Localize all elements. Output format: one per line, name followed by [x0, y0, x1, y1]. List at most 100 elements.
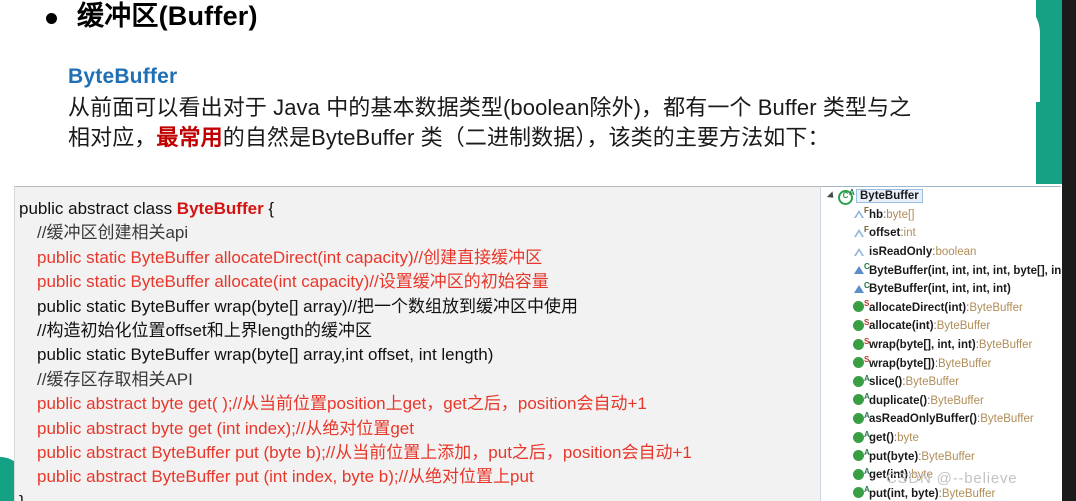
code-text: //缓冲区创建相关api	[37, 223, 189, 243]
outline-member-name: slice()	[869, 376, 903, 389]
method-icon: A	[853, 374, 870, 389]
outline-tree-row[interactable]: Foffset : int	[821, 224, 1061, 243]
code-line: public abstract byte get (int index);//从…	[19, 417, 849, 441]
paragraph-highlight: 最常用	[156, 125, 223, 150]
code-line: public static ByteBuffer allocateDirect(…	[19, 246, 849, 270]
outline-tree-row[interactable]: SallocateDirect(int) : ByteBuffer	[821, 299, 1061, 318]
outline-tree-row[interactable]: Aput(byte) : ByteBuffer	[821, 447, 1061, 466]
outline-member-type: ByteBuffer	[905, 376, 959, 389]
tree-expand-arrow-icon[interactable]	[826, 191, 837, 201]
code-line: }	[19, 490, 849, 501]
outline-tree-row[interactable]: Fhb : byte[]	[821, 206, 1061, 225]
code-lines: public abstract class ByteBuffer {//缓冲区创…	[19, 197, 849, 501]
method-icon: A	[853, 448, 870, 463]
outline-tree-row[interactable]: Swrap(byte[], int, int) : ByteBuffer	[821, 336, 1061, 355]
outline-member-name: hb	[869, 208, 884, 221]
outline-badge: A	[864, 373, 870, 383]
outline-member-type: ByteBuffer	[930, 394, 984, 407]
field-icon	[853, 246, 866, 259]
outline-member-name: asReadOnlyBuffer()	[869, 413, 977, 426]
outline-badge: A	[864, 429, 870, 439]
code-text: public abstract ByteBuffer put (byte b);…	[37, 443, 692, 463]
field-icon: F	[853, 206, 869, 221]
outline-member-name: put(int, byte)	[869, 487, 939, 500]
outline-member-type: ByteBuffer	[936, 320, 991, 333]
code-line: //缓存区存取相关API	[19, 368, 849, 392]
outline-badge: A	[864, 448, 870, 458]
bullet-title-row: 缓冲区(Buffer)	[0, 0, 1076, 34]
outline-member-name: allocateDirect(int)	[869, 301, 967, 314]
outline-member-name: isReadOnly	[869, 246, 933, 259]
outline-tree-body: Fhb : byte[] Foffset : int isReadOnly : bo…	[821, 206, 1061, 501]
outline-tree-row[interactable]: Sallocate(int) : ByteBuffer	[821, 317, 1061, 336]
outline-tree-row[interactable]: Aget() : byte	[821, 429, 1061, 448]
code-text: public static ByteBuffer wrap(byte[] arr…	[37, 296, 578, 316]
method-icon: A	[853, 430, 870, 445]
outline-badge: S	[864, 336, 870, 346]
outline-tree-panel[interactable]: C A ByteBuffer Fhb : byte[] Foffset : int…	[820, 186, 1061, 501]
outline-member-type: ByteBuffer	[941, 487, 996, 500]
outline-tree-row[interactable]: Aslice() : ByteBuffer	[821, 373, 1061, 392]
method-icon: A	[853, 411, 870, 426]
code-text: {	[263, 199, 275, 218]
outline-badge: S	[864, 355, 870, 365]
slide-root: 缓冲区(Buffer) ByteBuffer 从前面可以看出对于 Java 中的…	[0, 0, 1076, 501]
paragraph-line-2-suffix: 的自然是ByteBuffer 类（二进制数据），该类的主要方法如下：	[222, 125, 830, 150]
dark-right-edge	[1062, 0, 1076, 501]
constructor-icon: C	[853, 262, 870, 277]
watermark-text: CSDN @--believe	[886, 470, 1018, 487]
outline-member-type: boolean	[935, 246, 977, 259]
outline-member-type: ByteBuffer	[980, 413, 1034, 426]
outline-badge: A	[864, 410, 870, 420]
bullet-dot-icon	[46, 13, 57, 24]
outline-member-name: offset	[869, 227, 901, 240]
outline-member-name: ByteBuffer(int, int, int, int, byte[], i…	[869, 264, 1061, 277]
outline-badge: A	[864, 466, 870, 476]
outline-badge: F	[864, 224, 869, 234]
code-line: //构造初始化位置offset和上界length的缓冲区	[19, 319, 849, 343]
paragraph-line-1: 从前面可以看出对于 Java 中的基本数据类型(boolean除外)，都有一个 …	[68, 95, 912, 120]
outline-member-type: ByteBuffer	[969, 301, 1023, 314]
section-subheading: ByteBuffer	[68, 65, 178, 88]
outline-tree-row[interactable]: C ByteBuffer(int, int, int, int)	[821, 280, 1061, 299]
code-line: public static ByteBuffer wrap(byte[] arr…	[19, 343, 849, 367]
field-icon: F	[853, 224, 869, 240]
outline-root-bytebuffer[interactable]: C A ByteBuffer	[821, 187, 1061, 206]
method-icon: S	[853, 355, 870, 370]
method-icon: A	[853, 485, 870, 500]
outline-badge: A	[864, 485, 870, 495]
code-text: public abstract class	[19, 199, 177, 218]
code-text: public static ByteBuffer wrap(byte[] arr…	[37, 345, 494, 365]
outline-member-name: wrap(byte[])	[869, 357, 935, 370]
outline-badge: S	[864, 317, 870, 327]
outline-tree-row[interactable]: Aduplicate() : ByteBuffer	[821, 392, 1061, 411]
code-text: //缓存区存取相关API	[37, 369, 193, 389]
outline-tree-row[interactable]: AasReadOnlyBuffer() : ByteBuffer	[821, 410, 1061, 429]
code-line: //缓冲区创建相关api	[19, 221, 849, 245]
constructor-icon: C	[853, 281, 870, 296]
code-text: }	[19, 492, 25, 501]
outline-tree-row[interactable]: isReadOnly : boolean	[821, 243, 1061, 262]
outline-member-type: ByteBuffer	[978, 339, 1033, 352]
outline-badge: F	[864, 206, 869, 216]
outline-tree-row[interactable]: Swrap(byte[]) : ByteBuffer	[821, 354, 1061, 373]
code-line: public abstract ByteBuffer put (byte b);…	[19, 441, 849, 465]
outline-member-type: ByteBuffer	[921, 450, 975, 463]
code-text: public abstract byte get (int index);//从…	[37, 418, 414, 438]
method-icon: S	[853, 336, 870, 352]
code-text: public static ByteBuffer allocateDirect(…	[37, 247, 543, 267]
outline-member-type: byte[]	[886, 208, 915, 221]
outline-member-name: allocate(int)	[869, 320, 934, 333]
outline-root-label: ByteBuffer	[856, 189, 923, 204]
outline-badge: C	[864, 262, 870, 272]
code-line: public static ByteBuffer allocate(int ca…	[19, 270, 849, 294]
code-text: //构造初始化位置offset和上界length的缓冲区	[37, 321, 373, 341]
outline-member-name: wrap(byte[], int, int)	[869, 339, 976, 352]
outline-badge: C	[864, 280, 870, 290]
code-text: public abstract byte get( );//从当前位置posit…	[37, 394, 647, 414]
outline-tree-row[interactable]: C ByteBuffer(int, int, int, int, byte[], …	[821, 261, 1061, 280]
code-text: public abstract ByteBuffer put (int inde…	[37, 467, 534, 487]
code-line: public static ByteBuffer wrap(byte[] arr…	[19, 295, 849, 319]
class-icon: C A	[838, 188, 855, 205]
method-icon: A	[853, 467, 870, 482]
